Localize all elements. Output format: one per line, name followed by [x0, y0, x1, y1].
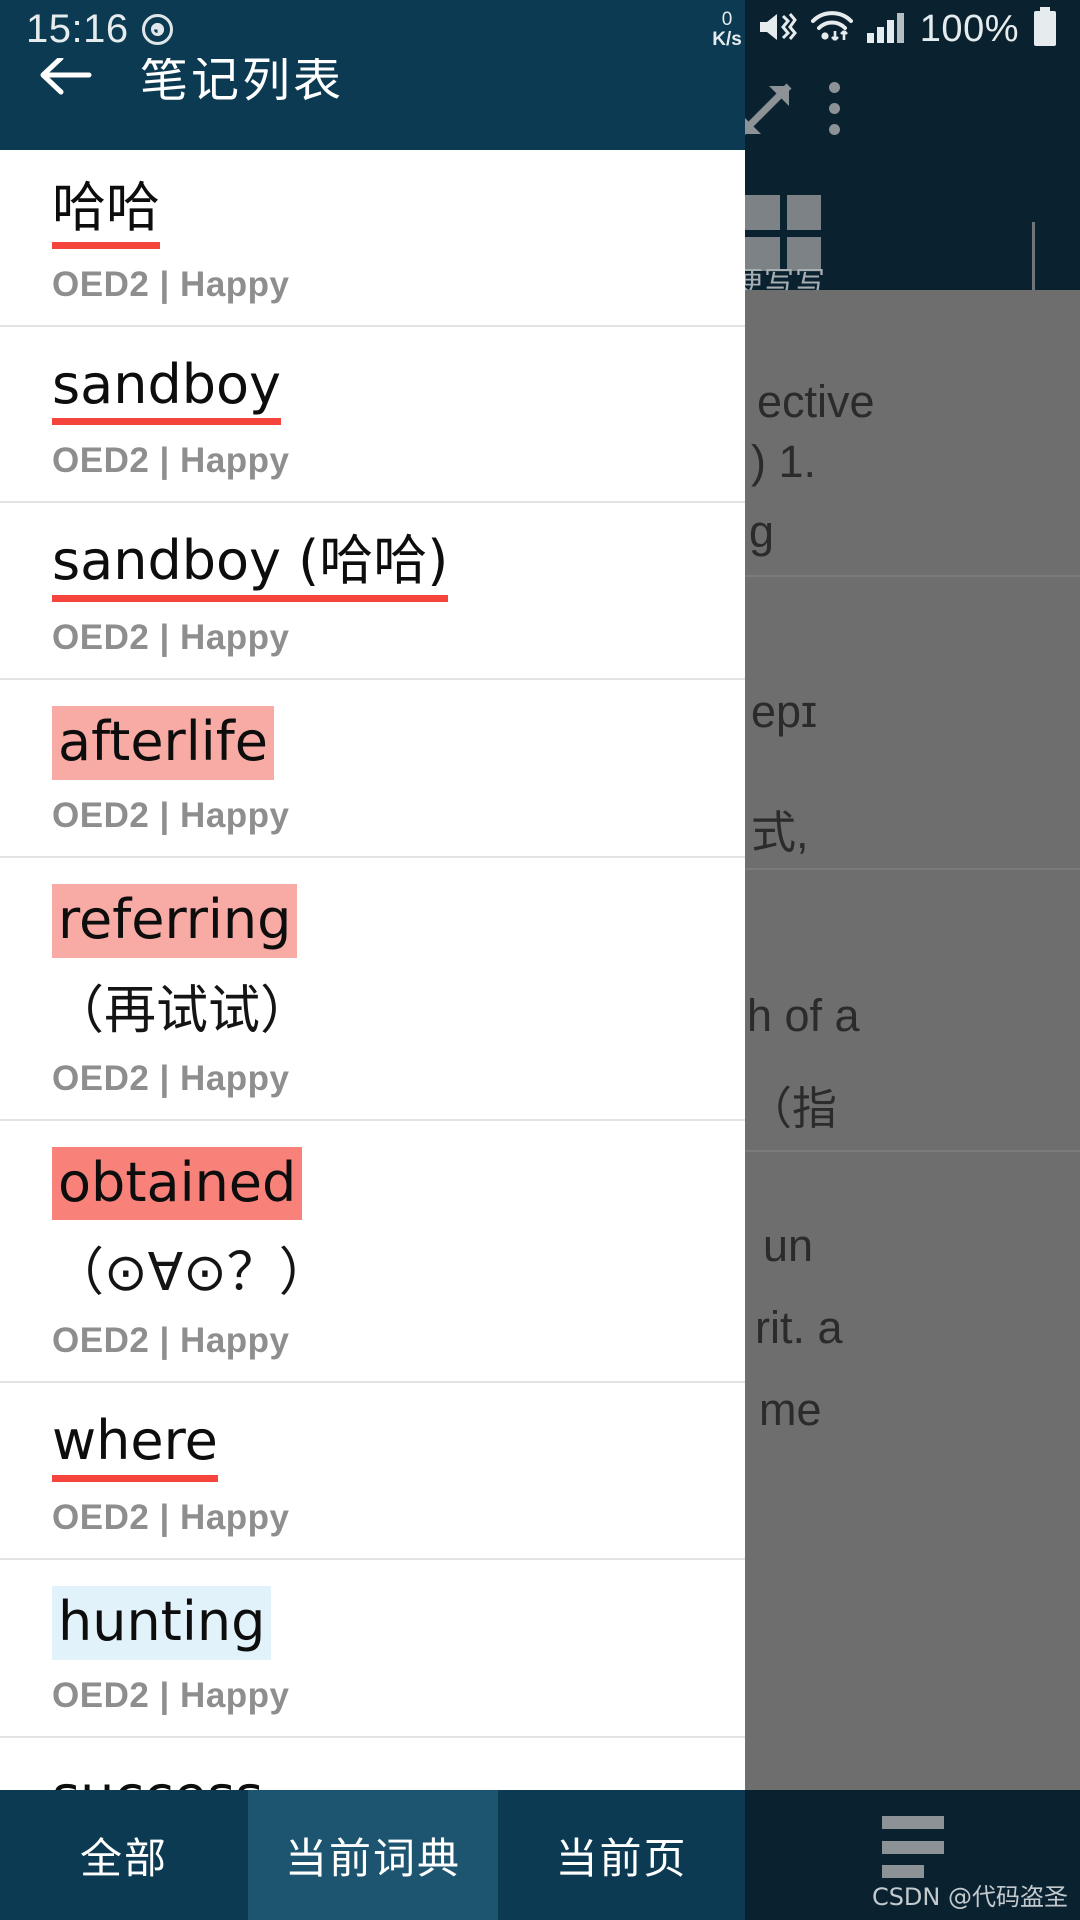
watermark: CSDN @代码盗圣 [871, 1883, 1068, 1911]
list-item[interactable]: 哈哈 OED2 | Happy [0, 150, 745, 327]
note-title-row: where [52, 1409, 745, 1483]
background-separator [745, 575, 1080, 577]
background-text-line: un [763, 1220, 814, 1271]
note-title[interactable]: sandboy [52, 353, 281, 426]
hamburger-bar [881, 1840, 944, 1854]
background-text-line: g [749, 506, 775, 557]
note-title-row: success [52, 1764, 745, 1790]
list-item[interactable]: success [0, 1737, 745, 1790]
list-item[interactable]: referring （再试试） OED2 | Happy [0, 857, 745, 1121]
network-speed-indicator: 0 K/s [712, 10, 742, 49]
note-title-row: referring [52, 883, 745, 958]
status-time: 15:16 [26, 6, 129, 51]
note-title-row: sandboy (哈哈) [52, 529, 745, 603]
note-meta: OED2 | Happy [52, 1321, 290, 1361]
note-title[interactable]: afterlife [52, 706, 274, 780]
list-item[interactable]: afterlife OED2 | Happy [0, 680, 745, 858]
note-meta: OED2 | Happy [52, 1675, 290, 1715]
notes-list-panel: 笔记列表 哈哈 OED2 | Happy sandboy OED2 | Happ… [0, 0, 745, 1790]
status-bar-right: 0 K/s 100% [712, 0, 1058, 58]
kebab-dot [828, 103, 840, 114]
note-meta: OED2 | Happy [52, 441, 290, 481]
status-bar: 15:16 0 K/s 100% [0, 0, 1080, 58]
phone-screen: 便写写 ective ) 1. g epɪ 式, h of a （指 un ri… [0, 0, 1080, 1920]
list-item[interactable]: obtained （⊙∀⊙？） OED2 | Happy [0, 1120, 745, 1384]
note-annotation: （再试试） [52, 980, 313, 1041]
signal-bars-icon [866, 11, 907, 48]
battery-percent: 100% [919, 7, 1019, 50]
note-title[interactable]: sandboy (哈哈) [52, 529, 449, 603]
list-item[interactable]: hunting OED2 | Happy [0, 1560, 745, 1738]
note-meta: OED2 | Happy [52, 1058, 290, 1098]
battery-full-icon [1032, 6, 1058, 52]
note-title-row: afterlife [52, 706, 745, 780]
tab-current-dictionary[interactable]: 当前词典 [248, 1790, 498, 1920]
note-meta: OED2 | Happy [52, 795, 290, 835]
background-text-line: ) 1. [751, 436, 817, 487]
background-text-line: epɪ [751, 686, 818, 737]
network-speed-unit: K/s [712, 28, 742, 50]
mute-vibrate-icon [757, 10, 797, 49]
tab-all[interactable]: 全部 [0, 1790, 248, 1920]
note-title[interactable]: success [52, 1764, 263, 1790]
grid-cell [745, 195, 780, 230]
background-text-line: （指 [747, 1083, 838, 1134]
background-text-line: ective [757, 376, 875, 427]
list-item[interactable]: sandboy OED2 | Happy [0, 326, 745, 504]
hamburger-menu-icon[interactable] [881, 1816, 944, 1878]
note-meta: OED2 | Happy [52, 264, 290, 304]
kebab-menu-icon[interactable] [823, 82, 845, 135]
hamburger-bar [881, 1816, 944, 1829]
tab-current-page[interactable]: 当前页 [498, 1790, 745, 1920]
note-list[interactable]: 哈哈 OED2 | Happy sandboy OED2 | Happy san… [0, 150, 745, 1790]
background-dictionary-content: ective ) 1. g epɪ 式, h of a （指 un rit. a… [745, 290, 1080, 1790]
note-title-row: sandboy [52, 353, 745, 426]
background-text-line: h of a [747, 990, 860, 1041]
list-item[interactable]: where OED2 | Happy [0, 1383, 745, 1561]
wifi-icon [810, 10, 854, 49]
note-annotation: （⊙∀⊙？） [52, 1243, 331, 1304]
bottom-tab-bar: 全部 当前词典 当前页 CSDN @代码盗圣 [0, 1790, 1080, 1920]
grid-cell [786, 195, 821, 230]
note-title-row: hunting [52, 1586, 745, 1660]
note-meta: OED2 | Happy [52, 618, 290, 658]
network-speed-value: 0 [721, 8, 733, 30]
kebab-dot [828, 82, 840, 93]
list-item[interactable]: sandboy (哈哈) OED2 | Happy [0, 503, 745, 681]
status-bar-left: 15:16 [26, 7, 174, 52]
background-text-line: rit. a [755, 1302, 843, 1353]
note-title[interactable]: 哈哈 [52, 176, 160, 249]
note-title[interactable]: where [52, 1409, 218, 1483]
alarm-eye-icon [141, 13, 174, 46]
tab-bar-menu-area: CSDN @代码盗圣 [745, 1790, 1080, 1920]
note-title[interactable]: referring [52, 883, 298, 958]
note-title-row: 哈哈 [52, 176, 745, 249]
kebab-dot [828, 124, 840, 135]
background-separator [745, 868, 1080, 870]
background-text-line: 式, [751, 807, 809, 858]
background-separator [745, 1150, 1080, 1152]
note-title[interactable]: obtained [52, 1146, 303, 1221]
note-title-row: obtained [52, 1146, 745, 1221]
note-title[interactable]: hunting [52, 1586, 272, 1660]
background-text-line: me [759, 1384, 822, 1435]
note-meta: OED2 | Happy [52, 1498, 290, 1538]
